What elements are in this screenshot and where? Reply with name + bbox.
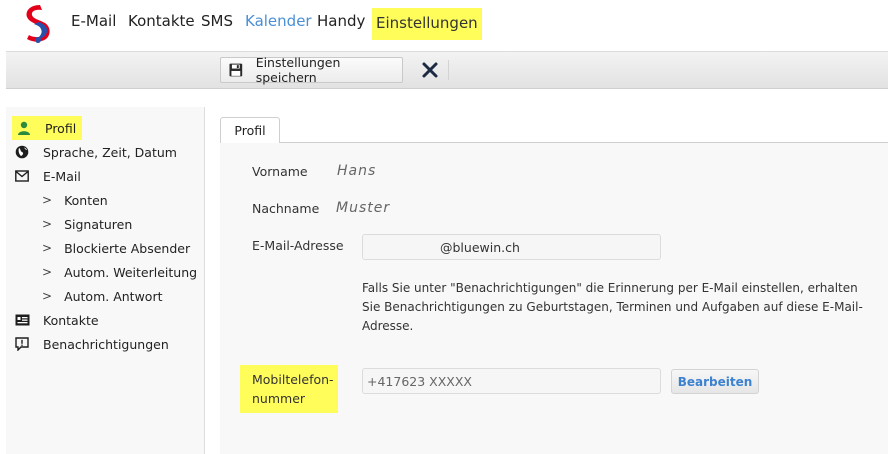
nav-contacts[interactable]: Kontakte bbox=[128, 12, 195, 30]
sidebar-item-label: Blockierte Absender bbox=[64, 240, 191, 256]
last-name-value: Muster bbox=[336, 200, 391, 216]
sidebar-item-language-time-date[interactable]: Sprache, Zeit, Datum bbox=[6, 141, 177, 163]
mobile-number-label: Mobiltelefon- nummer bbox=[240, 365, 338, 413]
sidebar-item-profile[interactable]: Profil bbox=[12, 116, 82, 140]
top-navigation: E-Mail Kontakte SMS Kalender Handy Einst… bbox=[0, 0, 888, 50]
settings-sidebar: Profil Sprache, Zeit, Datum E-Mail > Kon… bbox=[6, 107, 205, 454]
edit-mobile-button[interactable]: Bearbeiten bbox=[671, 369, 759, 394]
sidebar-item-label: Kontakte bbox=[43, 312, 99, 328]
contact-card-icon bbox=[14, 312, 30, 328]
mobile-number-label-line1: Mobiltelefon- bbox=[252, 372, 334, 387]
email-address-value: @bluewin.ch bbox=[440, 239, 520, 255]
sidebar-item-auto-forward[interactable]: > Autom. Weiterleitung bbox=[42, 261, 197, 283]
last-name-label: Nachname bbox=[252, 201, 320, 216]
mobile-number-field: +417623 XXXXX bbox=[362, 368, 661, 394]
sidebar-item-blocked-senders[interactable]: > Blockierte Absender bbox=[42, 237, 190, 259]
nav-sms[interactable]: SMS bbox=[201, 12, 233, 30]
sidebar-item-label: Autom. Weiterleitung bbox=[64, 264, 198, 280]
mobile-number-value: +417623 XXXXX bbox=[367, 373, 472, 389]
sidebar-item-label: Benachrichtigungen bbox=[43, 336, 169, 352]
email-address-field: @bluewin.ch bbox=[362, 234, 661, 260]
save-settings-button[interactable]: Einstellungen speichern bbox=[220, 55, 403, 85]
email-address-label: E-Mail-Adresse bbox=[252, 238, 344, 253]
envelope-icon bbox=[14, 168, 30, 184]
tab-profile[interactable]: Profil bbox=[220, 117, 280, 143]
sidebar-item-accounts[interactable]: > Konten bbox=[42, 189, 108, 211]
floppy-disk-icon bbox=[229, 63, 243, 77]
toolbar: Einstellungen speichern bbox=[6, 51, 888, 89]
sidebar-item-label: E-Mail bbox=[43, 168, 81, 184]
toolbar-divider bbox=[448, 60, 449, 80]
globe-icon bbox=[14, 144, 30, 160]
first-name-value: Hans bbox=[337, 163, 377, 179]
sidebar-item-label: Autom. Antwort bbox=[64, 288, 163, 304]
chevron-right-icon: > bbox=[42, 289, 53, 303]
close-icon[interactable] bbox=[420, 60, 440, 80]
chevron-right-icon: > bbox=[42, 217, 53, 231]
sidebar-item-label: Profil bbox=[45, 120, 77, 136]
nav-email[interactable]: E-Mail bbox=[71, 12, 116, 30]
mobile-number-label-line2: nummer bbox=[252, 391, 306, 406]
sidebar-item-label: Signaturen bbox=[64, 216, 133, 232]
save-settings-label: Einstellungen speichern bbox=[255, 55, 341, 85]
sidebar-item-contacts[interactable]: Kontakte bbox=[6, 309, 99, 331]
chevron-right-icon: > bbox=[42, 193, 53, 207]
person-icon bbox=[16, 120, 32, 136]
nav-settings[interactable]: Einstellungen bbox=[372, 8, 482, 40]
sidebar-item-signatures[interactable]: > Signaturen bbox=[42, 213, 132, 235]
sidebar-item-label: Sprache, Zeit, Datum bbox=[43, 144, 177, 160]
sidebar-item-label: Konten bbox=[64, 192, 108, 208]
sidebar-item-auto-reply[interactable]: > Autom. Antwort bbox=[42, 285, 163, 307]
email-notification-note: Falls Sie unter "Benachrichtigungen" die… bbox=[362, 281, 863, 333]
first-name-label: Vorname bbox=[252, 164, 308, 179]
notification-icon bbox=[14, 336, 30, 352]
chevron-right-icon: > bbox=[42, 241, 53, 255]
nav-calendar[interactable]: Kalender bbox=[245, 12, 312, 30]
swisscom-logo-icon[interactable] bbox=[20, 2, 54, 44]
sidebar-item-email[interactable]: E-Mail bbox=[6, 165, 81, 187]
chevron-right-icon: > bbox=[42, 265, 53, 279]
nav-mobile[interactable]: Handy bbox=[317, 12, 365, 30]
sidebar-item-notifications[interactable]: Benachrichtigungen bbox=[6, 333, 169, 355]
